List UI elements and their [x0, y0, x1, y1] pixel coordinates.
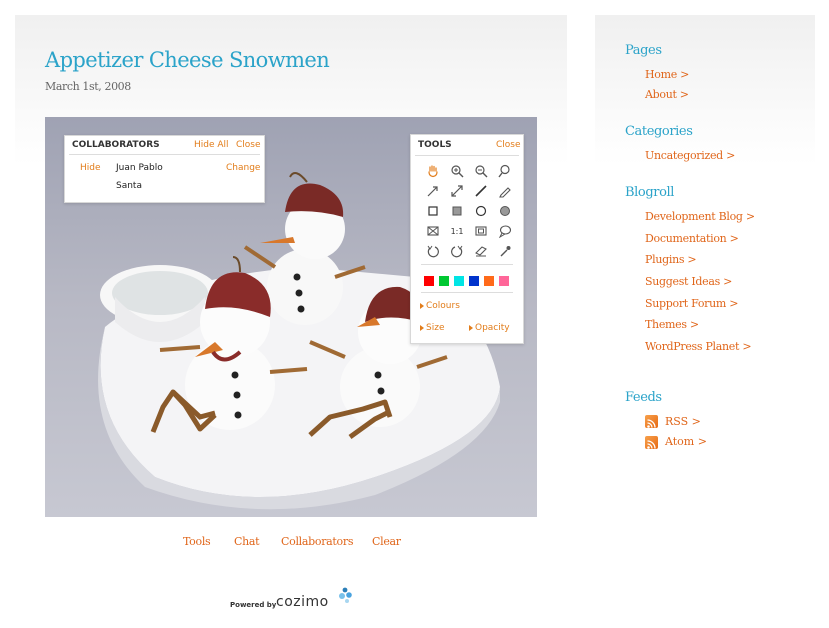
tools-divider [415, 155, 519, 156]
hide-all-link[interactable]: Hide All [194, 140, 229, 150]
color-swatch-pink[interactable] [499, 276, 509, 286]
rotate-left-icon[interactable] [425, 243, 441, 259]
nav-tools-link[interactable]: Tools [183, 535, 211, 548]
post-date: March 1st, 2008 [45, 80, 131, 93]
tools-title: TOOLS [418, 140, 452, 150]
sidebar-item-wordpress-planet[interactable]: WordPress Planet > [645, 340, 752, 353]
atom-feed-link[interactable]: Atom > [665, 435, 707, 448]
sidebar-item-development-blog[interactable]: Development Blog > [645, 210, 755, 223]
sidebar-item-plugins[interactable]: Plugins > [645, 253, 697, 266]
tools-panel: TOOLS Close 1:1 Colours Size Opacity [410, 134, 524, 344]
tools-divider [421, 264, 513, 265]
zoom-out-icon[interactable] [473, 163, 489, 179]
feeds-heading: Feeds [625, 390, 662, 405]
hand-icon[interactable] [425, 163, 441, 179]
powered-by-label: Powered by [230, 601, 277, 609]
cozimo-logo[interactable]: cozimo [276, 594, 329, 610]
color-swatch-orange[interactable] [484, 276, 494, 286]
nav-chat-link[interactable]: Chat [234, 535, 260, 548]
collaborators-divider [69, 154, 260, 155]
square-outline-icon[interactable] [425, 203, 441, 219]
double-arrow-icon[interactable] [449, 183, 465, 199]
circle-outline-icon[interactable] [473, 203, 489, 219]
blogroll-heading: Blogroll [625, 185, 675, 200]
post-title[interactable]: Appetizer Cheese Snowmen [45, 48, 330, 72]
hide-collaborator-link[interactable]: Hide [80, 163, 101, 173]
eyedropper-icon[interactable] [497, 243, 513, 259]
circle-filled-icon[interactable] [497, 203, 513, 219]
sidebar-item-about[interactable]: About > [645, 88, 689, 101]
sidebar-item-uncategorized[interactable]: Uncategorized > [645, 149, 735, 162]
caret-right-icon [420, 325, 424, 331]
color-swatch-green[interactable] [439, 276, 449, 286]
fit-icon[interactable] [425, 223, 441, 239]
collaborators-close-link[interactable]: Close [236, 140, 261, 150]
collaborator-name: Juan Pablo Santa [116, 163, 163, 191]
rotate-right-icon[interactable] [449, 243, 465, 259]
arrow-icon[interactable] [425, 183, 441, 199]
sidebar-item-documentation[interactable]: Documentation > [645, 232, 739, 245]
square-filled-icon[interactable] [449, 203, 465, 219]
color-swatch-red[interactable] [424, 276, 434, 286]
collaborators-title: COLLABORATORS [72, 140, 160, 150]
speech-bubble-icon[interactable] [497, 223, 513, 239]
colours-toggle[interactable]: Colours [426, 301, 460, 311]
caret-right-icon [420, 303, 424, 309]
tools-close-link[interactable]: Close [496, 140, 521, 150]
sidebar-item-home[interactable]: Home > [645, 68, 689, 81]
caret-right-icon [469, 325, 473, 331]
cozimo-dots-icon [339, 587, 352, 603]
zoom-in-icon[interactable] [449, 163, 465, 179]
sidebar-item-themes[interactable]: Themes > [645, 318, 699, 331]
actual-size-icon[interactable]: 1:1 [449, 223, 465, 239]
rss-feed-icon[interactable] [645, 415, 658, 428]
color-swatch-cyan[interactable] [454, 276, 464, 286]
color-swatch-blue[interactable] [469, 276, 479, 286]
size-toggle[interactable]: Size [426, 323, 444, 333]
frame-icon[interactable] [473, 223, 489, 239]
categories-heading: Categories [625, 124, 693, 139]
nav-clear-link[interactable]: Clear [372, 535, 401, 548]
pencil-icon[interactable] [497, 183, 513, 199]
rss-feed-link[interactable]: RSS > [665, 415, 701, 428]
sidebar-item-suggest-ideas[interactable]: Suggest Ideas > [645, 275, 732, 288]
line-icon[interactable] [473, 183, 489, 199]
collaborators-panel: COLLABORATORS Hide All Close Hide Juan P… [64, 135, 265, 203]
zoom-icon[interactable] [497, 163, 513, 179]
actual-size-label: 1:1 [450, 226, 464, 236]
opacity-toggle[interactable]: Opacity [475, 323, 510, 333]
atom-feed-icon[interactable] [645, 436, 658, 449]
pages-heading: Pages [625, 43, 662, 58]
sidebar-item-support-forum[interactable]: Support Forum > [645, 297, 738, 310]
eraser-icon[interactable] [473, 243, 489, 259]
change-collaborator-link[interactable]: Change [226, 163, 260, 173]
nav-collaborators-link[interactable]: Collaborators [281, 535, 353, 548]
tools-divider [421, 292, 513, 293]
sidebar-header-panel [595, 15, 815, 165]
